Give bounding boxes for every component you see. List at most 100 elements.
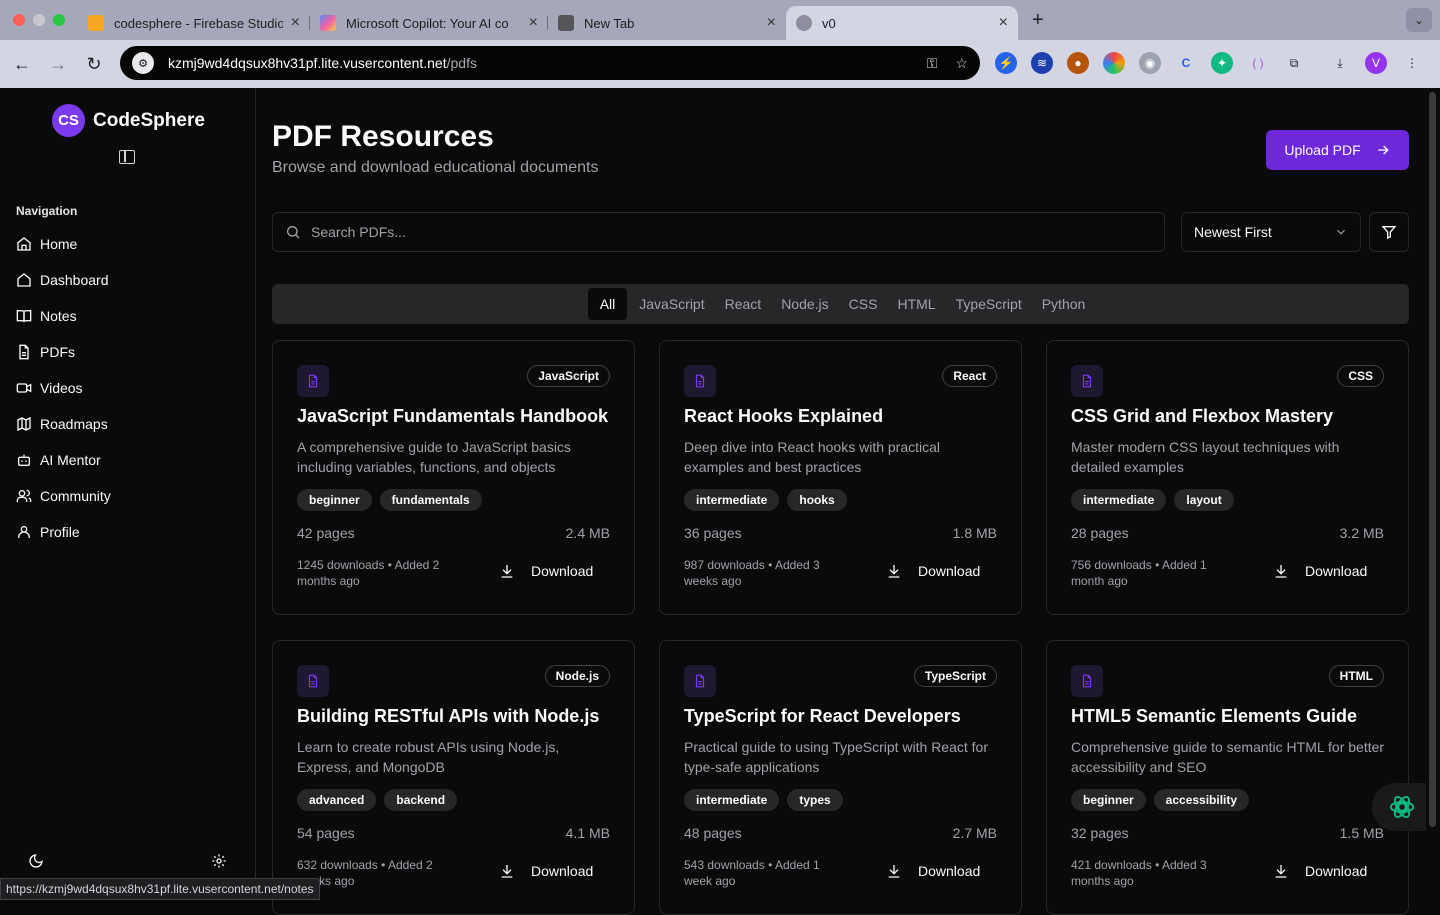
sidebar-item-videos[interactable]: Videos (8, 370, 246, 406)
bot-icon (16, 452, 32, 468)
sidebar-item-dashboard[interactable]: Dashboard (8, 262, 246, 298)
extension-cookie-icon[interactable]: ● (1067, 52, 1089, 74)
download-meta: 987 downloads • Added 3 weeks ago (684, 557, 850, 589)
download-button[interactable]: Download (499, 863, 593, 879)
settings-button[interactable] (211, 853, 227, 874)
tag: beginner (297, 489, 372, 511)
browser-tab[interactable]: codesphere - Firebase Studio × (78, 9, 310, 37)
extension-bolt-icon[interactable]: ⚡ (995, 52, 1017, 74)
password-key-icon[interactable]: ⚿ (927, 55, 938, 72)
bookmark-star-icon[interactable]: ☆ (955, 55, 968, 72)
ai-assistant-button[interactable] (1372, 783, 1432, 831)
reload-icon[interactable]: ↻ (76, 54, 112, 75)
page-scrollbar[interactable] (1426, 88, 1440, 900)
tab-nodejs[interactable]: Node.js (773, 288, 836, 320)
pdf-file-icon (297, 365, 329, 397)
browser-tab[interactable]: Microsoft Copilot: Your AI co × (310, 9, 548, 37)
tag: fundamentals (380, 489, 482, 511)
download-button[interactable]: Download (886, 563, 980, 579)
extension-openai-icon[interactable]: ✦ (1211, 52, 1233, 74)
tab-title: Microsoft Copilot: Your AI co (346, 16, 521, 31)
page-title: PDF Resources (272, 120, 494, 154)
extensions-puzzle-icon[interactable]: ⧉ (1283, 52, 1305, 74)
extension-camera-icon[interactable]: ◉ (1139, 52, 1161, 74)
tab-title: v0 (822, 16, 991, 31)
category-badge: JavaScript (527, 365, 610, 387)
extension-c-icon[interactable]: C (1175, 52, 1197, 74)
page-count: 42 pages (297, 525, 355, 541)
tag: intermediate (684, 789, 779, 811)
pdf-description: Comprehensive guide to semantic HTML for… (1071, 737, 1386, 777)
scrollbar-thumb[interactable] (1429, 92, 1436, 827)
category-badge: React (942, 365, 997, 387)
pdf-card: JavaScript JavaScript Fundamentals Handb… (272, 340, 635, 615)
tab-python[interactable]: Python (1034, 288, 1094, 320)
browser-tab-active[interactable]: v0 × (786, 6, 1018, 40)
page-count: 28 pages (1071, 525, 1129, 541)
tab-javascript[interactable]: JavaScript (631, 288, 712, 320)
pdf-file-icon (297, 665, 329, 697)
extension-brackets-icon[interactable]: ( ) (1247, 52, 1269, 74)
category-badge: HTML (1329, 665, 1384, 687)
category-badge: TypeScript (914, 665, 997, 687)
sidebar-item-label: Videos (40, 380, 83, 396)
pdf-card: React React Hooks Explained Deep dive in… (659, 340, 1022, 615)
new-tab-button[interactable]: + (1032, 9, 1044, 32)
home-icon (16, 236, 32, 252)
close-tab-icon[interactable]: × (999, 14, 1008, 32)
sidebar-item-pdfs[interactable]: PDFs (8, 334, 246, 370)
sort-select[interactable]: Newest First (1181, 212, 1361, 252)
extension-wave-icon[interactable]: ≋ (1031, 52, 1053, 74)
minimize-window-button[interactable] (33, 14, 45, 26)
browser-menu-icon[interactable]: ⋮ (1401, 52, 1423, 74)
sidebar-item-community[interactable]: Community (8, 478, 246, 514)
profile-avatar[interactable]: V (1365, 52, 1387, 74)
sidebar-item-profile[interactable]: Profile (8, 514, 246, 550)
tab-react[interactable]: React (717, 288, 770, 320)
sidebar-toggle-icon[interactable] (119, 150, 135, 164)
download-icon (499, 863, 515, 879)
address-bar[interactable]: ⚙ kzmj9wd4dqsux8hv31pf.lite.vusercontent… (120, 46, 980, 80)
close-tab-icon[interactable]: × (767, 14, 776, 32)
upload-pdf-button[interactable]: Upload PDF (1266, 130, 1409, 170)
maximize-window-button[interactable] (53, 14, 65, 26)
download-button[interactable]: Download (499, 563, 593, 579)
download-icon (1273, 563, 1289, 579)
tab-html[interactable]: HTML (889, 288, 943, 320)
close-window-button[interactable] (13, 14, 25, 26)
search-input[interactable] (311, 224, 1111, 240)
forward-icon[interactable]: → (40, 54, 76, 75)
page-count: 32 pages (1071, 825, 1129, 841)
brand[interactable]: CS CodeSphere (52, 104, 205, 137)
downloads-icon[interactable]: ⤓ (1329, 52, 1351, 74)
tab-all[interactable]: All (588, 288, 628, 320)
tab-typescript[interactable]: TypeScript (948, 288, 1030, 320)
sidebar-item-roadmaps[interactable]: Roadmaps (8, 406, 246, 442)
sidebar-item-notes[interactable]: Notes (8, 298, 246, 334)
browser-tab[interactable]: New Tab × (548, 9, 786, 37)
tab-css[interactable]: CSS (841, 288, 886, 320)
site-info-icon[interactable]: ⚙ (132, 52, 154, 74)
theme-toggle-button[interactable] (28, 853, 44, 874)
download-button[interactable]: Download (1273, 863, 1367, 879)
url-text[interactable]: kzmj9wd4dqsux8hv31pf.lite.vusercontent.n… (168, 55, 909, 71)
tag: advanced (297, 789, 376, 811)
extension-color-icon[interactable] (1103, 52, 1125, 74)
tab-search-icon[interactable]: ⌄ (1406, 8, 1432, 32)
filter-icon (1381, 224, 1397, 240)
sidebar-item-home[interactable]: Home (8, 226, 246, 262)
download-button[interactable]: Download (886, 863, 980, 879)
pdf-description: A comprehensive guide to JavaScript basi… (297, 437, 612, 477)
close-tab-icon[interactable]: × (291, 14, 300, 32)
sidebar-item-ai-mentor[interactable]: AI Mentor (8, 442, 246, 478)
download-label: Download (531, 863, 593, 879)
map-icon (16, 416, 32, 432)
pdf-description: Master modern CSS layout techniques with… (1071, 437, 1386, 477)
back-icon[interactable]: ← (4, 54, 40, 75)
pdf-title: Building RESTful APIs with Node.js (297, 706, 599, 727)
file-icon (16, 344, 32, 360)
pdf-card: Node.js Building RESTful APIs with Node.… (272, 640, 635, 915)
download-button[interactable]: Download (1273, 563, 1367, 579)
close-tab-icon[interactable]: × (529, 14, 538, 32)
filter-button[interactable] (1369, 212, 1409, 252)
